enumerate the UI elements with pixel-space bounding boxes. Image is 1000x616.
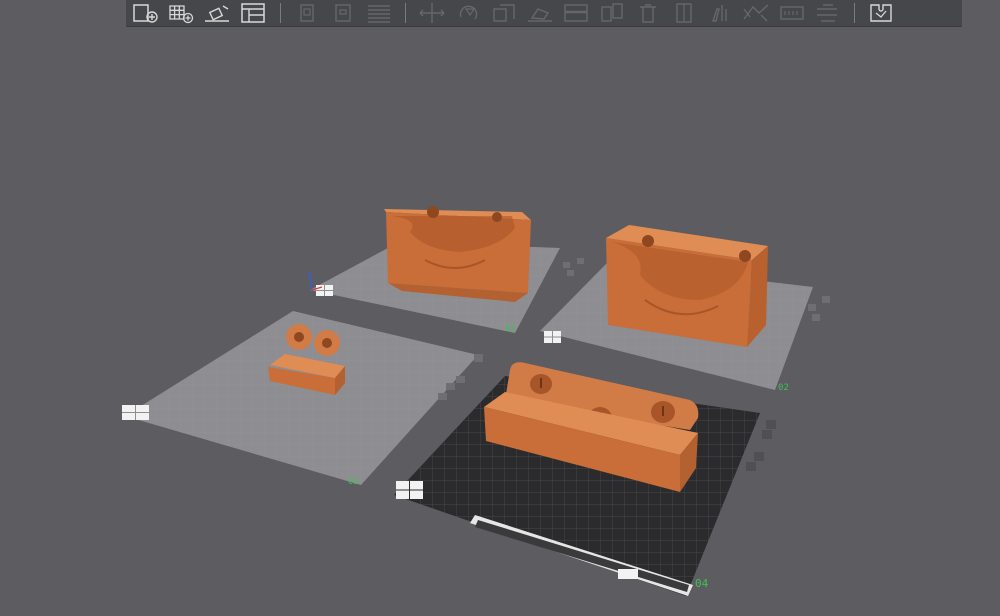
plate-label-01: 01 — [505, 324, 516, 334]
plate-tools[interactable] — [563, 258, 584, 276]
plate-lock-icon[interactable] — [122, 405, 149, 420]
plate-lock-icon[interactable] — [544, 331, 561, 343]
model-box-01[interactable] — [384, 206, 531, 302]
plate-tools[interactable] — [808, 296, 830, 321]
3d-viewport[interactable]: 01 02 03 04 — [0, 0, 1000, 616]
plate-lock-icon[interactable] — [316, 285, 333, 296]
plate-lock-icon[interactable] — [396, 481, 423, 499]
plate-label-03: 03 — [348, 477, 359, 487]
plate-label-02: 02 — [778, 383, 789, 393]
plate-badge — [618, 569, 638, 579]
plate-label-04: 04 — [695, 577, 709, 590]
